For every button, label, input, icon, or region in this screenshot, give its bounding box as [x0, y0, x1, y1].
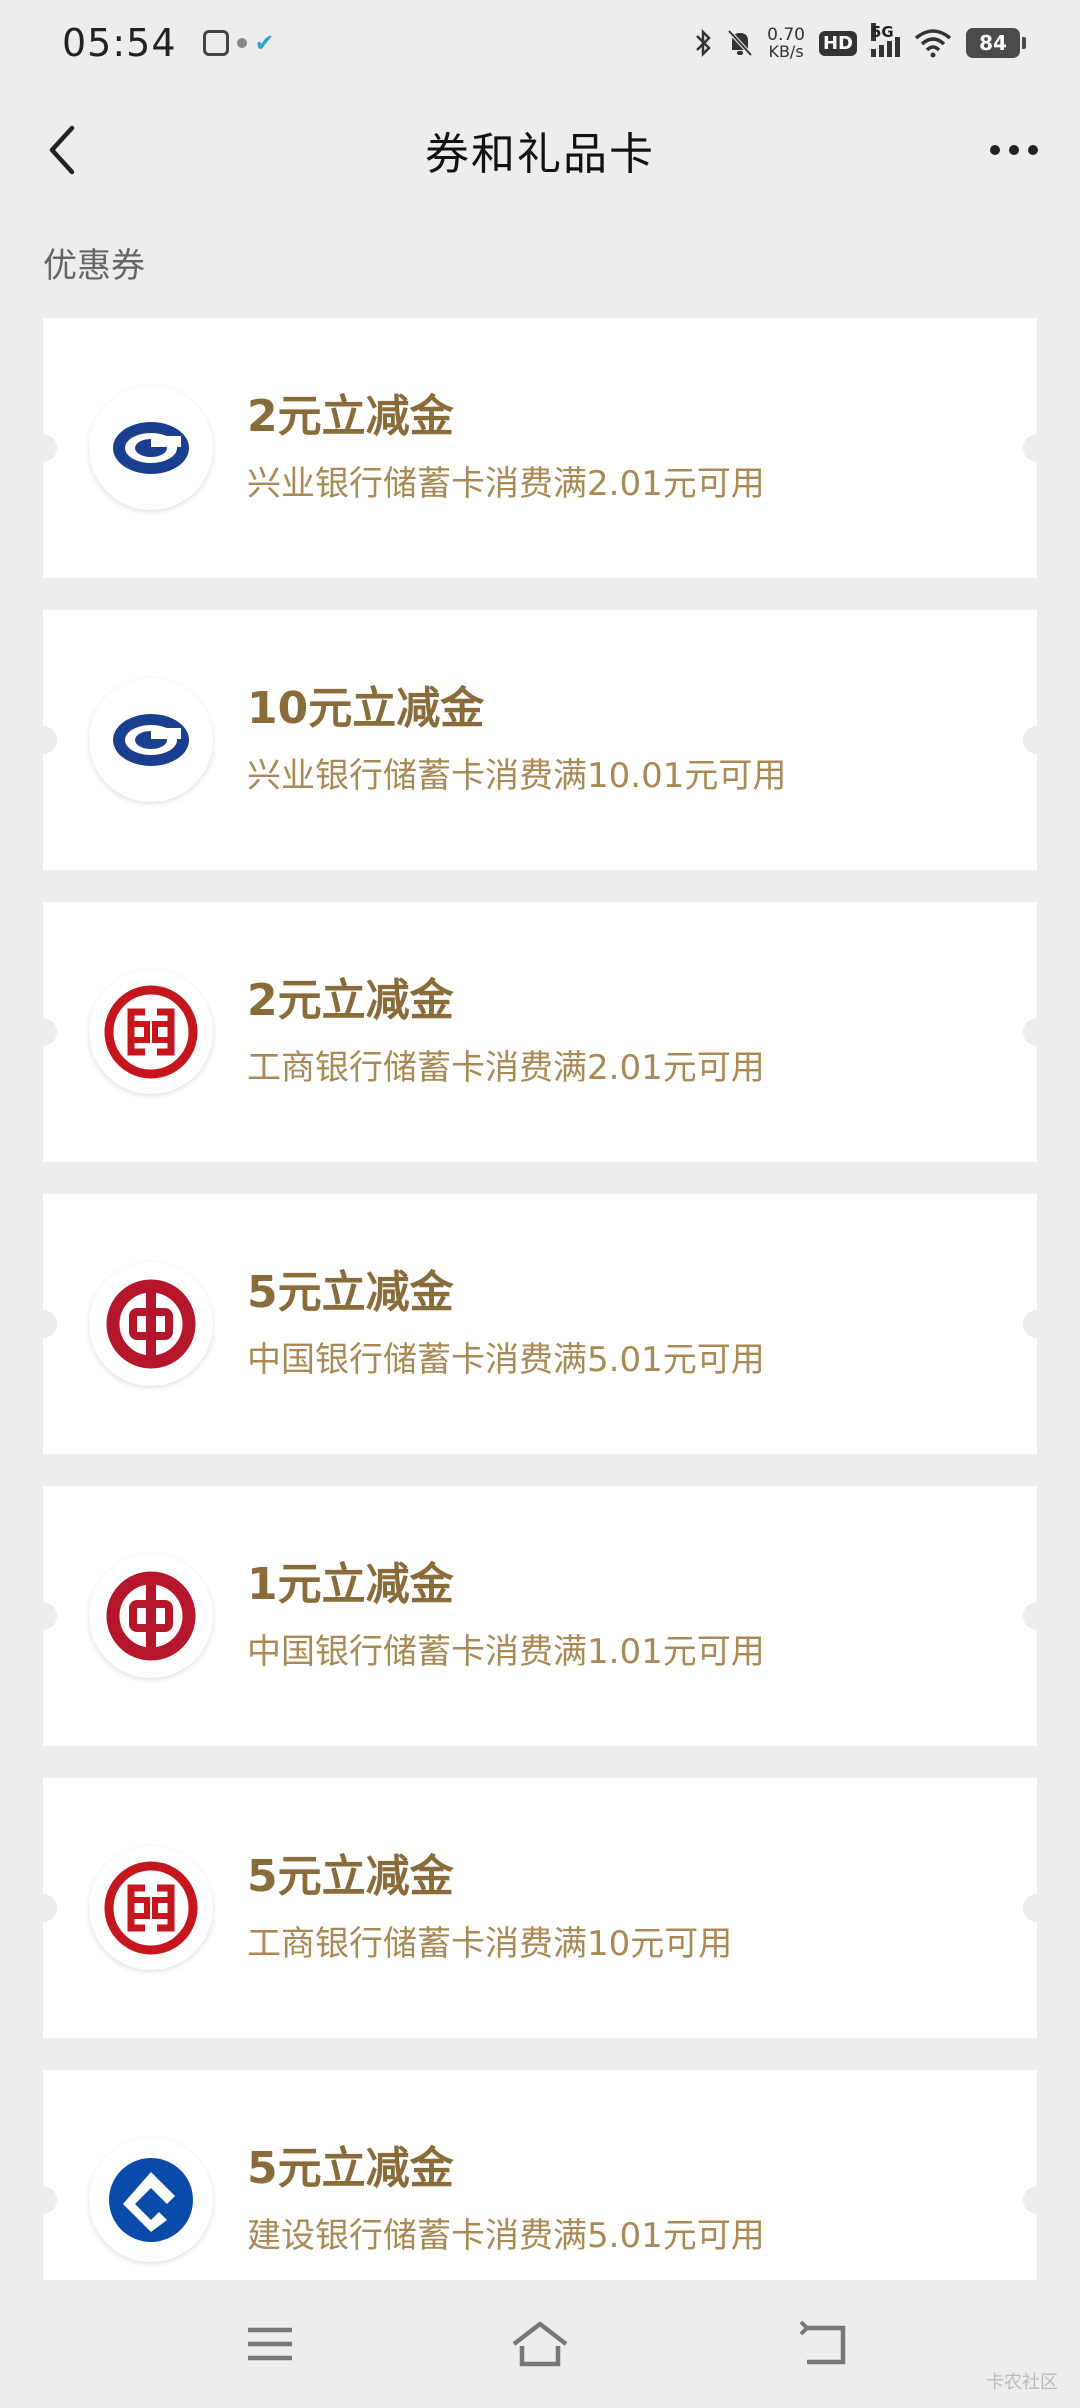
status-time: 05:54	[62, 21, 177, 65]
coupon-title: 2元立减金	[247, 975, 454, 1027]
coupon-list[interactable]: 2元立减金 兴业银行储蓄卡消费满2.01元可用 10元立减金 兴业银行储蓄卡消费…	[43, 318, 1037, 2280]
more-options-button[interactable]	[978, 126, 1050, 174]
coupon-text: 2元立减金 工商银行储蓄卡消费满2.01元可用	[247, 975, 765, 1089]
section-label-coupons: 优惠券	[43, 246, 145, 286]
coupon-description: 兴业银行储蓄卡消费满2.01元可用	[247, 463, 765, 504]
coupon-card[interactable]: 1元立减金 中国银行储蓄卡消费满1.01元可用	[43, 1486, 1037, 1746]
back-button[interactable]	[32, 120, 92, 180]
home-button[interactable]	[510, 2314, 570, 2374]
coupon-title: 2元立减金	[247, 391, 454, 443]
network-type: 5G	[871, 23, 894, 41]
coupon-card[interactable]: 2元立减金 兴业银行储蓄卡消费满2.01元可用	[43, 318, 1037, 578]
menu-icon	[248, 2327, 292, 2361]
coupon-card[interactable]: 5元立减金 中国银行储蓄卡消费满5.01元可用	[43, 1194, 1037, 1454]
status-indicators: 0.70 KB/s HD 5G 84	[695, 23, 1026, 61]
coupon-text: 5元立减金 中国银行储蓄卡消费满5.01元可用	[247, 1267, 765, 1381]
coupon-description: 建设银行储蓄卡消费满5.01元可用	[247, 2215, 765, 2256]
cib-logo-icon	[89, 386, 213, 510]
system-back-button[interactable]	[795, 2314, 855, 2374]
coupon-description: 兴业银行储蓄卡消费满10.01元可用	[247, 755, 787, 796]
notification-dot-icon	[236, 38, 247, 48]
screen: 05:54 ✔ 0.70 KB/s HD 5G 84 券和礼品卡 优惠券 2元立…	[0, 0, 1080, 2408]
coupon-title: 5元立减金	[247, 2143, 454, 2195]
coupon-title: 1元立减金	[247, 1559, 454, 1611]
coupon-text: 5元立减金 工商银行储蓄卡消费满10元可用	[247, 1851, 732, 1965]
icbc-logo-icon	[89, 970, 213, 1094]
chevron-left-icon	[49, 125, 75, 175]
bluetooth-icon	[695, 28, 713, 58]
hd-badge: HD	[818, 30, 857, 56]
coupon-description: 中国银行储蓄卡消费满1.01元可用	[247, 1631, 765, 1672]
cib-logo-icon	[89, 678, 213, 802]
network-speed-unit: KB/s	[768, 41, 804, 61]
wifi-icon	[914, 28, 952, 58]
icbc-logo-icon	[89, 1846, 213, 1970]
battery-icon: 84	[966, 28, 1026, 58]
more-dot	[1009, 145, 1019, 155]
app-notification-icon	[202, 30, 229, 56]
mute-bell-icon	[727, 28, 753, 58]
more-dot	[1028, 145, 1038, 155]
notification-icons: ✔	[202, 29, 275, 57]
cellular-signal-icon: 5G	[871, 23, 900, 57]
home-icon	[512, 2321, 568, 2367]
coupon-description: 工商银行储蓄卡消费满10元可用	[247, 1923, 733, 1964]
coupon-title: 5元立减金	[247, 1851, 454, 1903]
coupon-title: 5元立减金	[247, 1267, 454, 1319]
page-title: 券和礼品卡	[425, 129, 655, 180]
network-speed-value: 0.70	[767, 24, 805, 45]
coupon-text: 1元立减金 中国银行储蓄卡消费满1.01元可用	[247, 1559, 765, 1673]
boc-logo-icon	[89, 1262, 213, 1386]
coupon-description: 工商银行储蓄卡消费满2.01元可用	[247, 1047, 765, 1088]
coupon-card[interactable]: 5元立减金 建设银行储蓄卡消费满5.01元可用	[43, 2070, 1037, 2280]
return-icon	[799, 2320, 846, 2365]
coupon-text: 5元立减金 建设银行储蓄卡消费满5.01元可用	[247, 2143, 765, 2257]
coupon-title: 10元立减金	[247, 683, 485, 735]
ccb-logo-icon	[89, 2138, 213, 2262]
coupon-card[interactable]: 2元立减金 工商银行储蓄卡消费满2.01元可用	[43, 902, 1037, 1162]
coupon-text: 10元立减金 兴业银行储蓄卡消费满10.01元可用	[247, 683, 786, 797]
page-header: 券和礼品卡	[0, 86, 1080, 214]
bird-app-icon: ✔	[254, 29, 275, 57]
boc-logo-icon	[89, 1554, 213, 1678]
status-bar: 05:54 ✔ 0.70 KB/s HD 5G 84	[0, 0, 1080, 86]
system-navigation-bar	[0, 2280, 1080, 2408]
more-dots-icon	[990, 145, 1000, 155]
coupon-card[interactable]: 10元立减金 兴业银行储蓄卡消费满10.01元可用	[43, 610, 1037, 870]
network-speed: 0.70 KB/s	[767, 24, 805, 61]
recent-apps-button[interactable]	[240, 2314, 300, 2374]
coupon-description: 中国银行储蓄卡消费满5.01元可用	[247, 1339, 765, 1380]
coupon-text: 2元立减金 兴业银行储蓄卡消费满2.01元可用	[247, 391, 765, 505]
coupon-card[interactable]: 5元立减金 工商银行储蓄卡消费满10元可用	[43, 1778, 1037, 2038]
watermark: 卡农社区	[986, 2372, 1058, 2393]
